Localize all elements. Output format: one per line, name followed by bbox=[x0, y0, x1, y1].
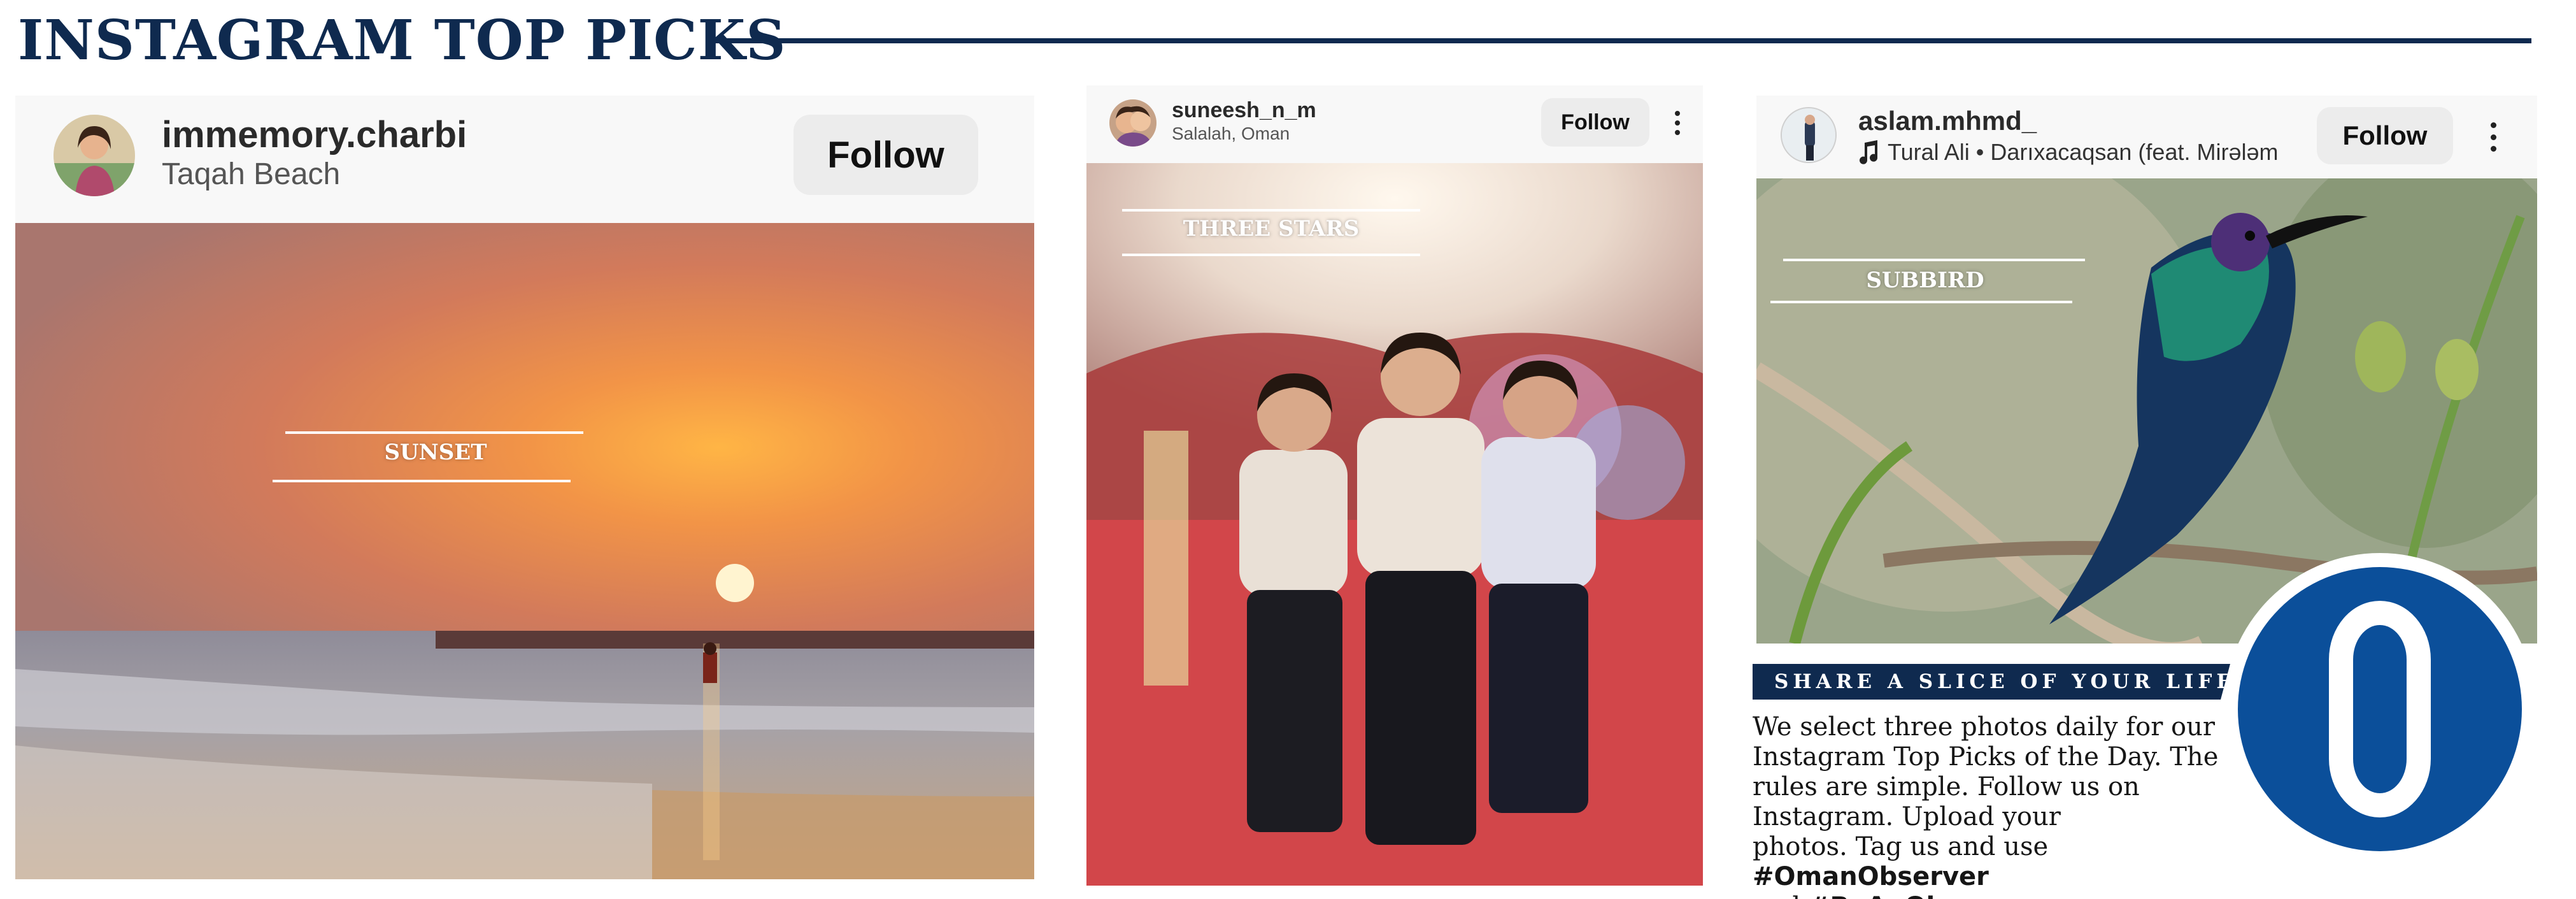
cta-line: photos. Tag us and use #OmanObserver bbox=[1753, 832, 2275, 892]
photo-caption: SUNSET bbox=[384, 440, 487, 465]
header-rule bbox=[710, 38, 2531, 43]
cta-line: and #BeAnObserver. bbox=[1753, 892, 2275, 899]
post-photo-three-stars bbox=[1086, 163, 1703, 886]
post-header: immemory.charbi Taqah Beach Follow bbox=[15, 96, 1034, 223]
caption-line-bottom bbox=[1122, 254, 1420, 256]
photo-caption: SUBBIRD bbox=[1866, 268, 1984, 293]
hashtag-beanobserver[interactable]: #BeAnObserver. bbox=[1809, 892, 2042, 899]
profile-photo-icon[interactable] bbox=[1109, 99, 1156, 147]
post-photo-sunset bbox=[15, 223, 1034, 879]
post-header: suneesh_n_m Salalah, Oman Follow bbox=[1086, 85, 1703, 163]
more-options-icon[interactable] bbox=[2489, 122, 2498, 152]
logo-letter-o bbox=[2329, 601, 2431, 817]
follow-button[interactable]: Follow bbox=[2317, 107, 2453, 164]
caption-line-top bbox=[1783, 259, 2085, 261]
cta-line: rules are simple. Follow us on bbox=[1753, 772, 2140, 802]
profile-photo-icon[interactable] bbox=[53, 115, 135, 196]
three-kids-photo bbox=[1086, 163, 1703, 886]
username[interactable]: aslam.mhmd_ bbox=[1858, 106, 2037, 136]
cta-text: photos. Tag us and use bbox=[1753, 832, 2049, 861]
cta-text: and bbox=[1753, 892, 1809, 899]
caption-line-bottom bbox=[273, 480, 571, 482]
photo-caption: THREE STARS bbox=[1183, 216, 1360, 241]
location[interactable]: Taqah Beach bbox=[162, 157, 340, 192]
username[interactable]: immemory.charbi bbox=[162, 113, 467, 156]
cta-line: We select three photos daily for our bbox=[1753, 712, 2215, 742]
audio-track[interactable]: Tural Ali • Darıxacaqsan (feat. Mirələm bbox=[1888, 139, 2278, 166]
follow-button[interactable]: Follow bbox=[1541, 98, 1649, 147]
follow-button[interactable]: Follow bbox=[793, 115, 978, 195]
post-header: aslam.mhmd_ Tural Ali • Darıxacaqsan (fe… bbox=[1756, 96, 2537, 178]
location[interactable]: Salalah, Oman bbox=[1172, 124, 1290, 144]
post-card-2: suneesh_n_m Salalah, Oman Follow THREE S… bbox=[1086, 85, 1703, 886]
cta-heading: SHARE A SLICE OF YOUR LIFE bbox=[1753, 664, 2230, 700]
caption-line-top bbox=[1122, 209, 1420, 212]
music-note-icon bbox=[1860, 140, 1877, 164]
more-options-icon[interactable] bbox=[1674, 111, 1681, 135]
cta-line: Instagram. Upload your bbox=[1753, 802, 2061, 831]
page-title: INSTAGRAM TOP PICKS bbox=[18, 8, 786, 73]
post-card-1: immemory.charbi Taqah Beach Follow SUNSE… bbox=[15, 96, 1034, 879]
hashtag-omanobserver[interactable]: #OmanObserver bbox=[1753, 862, 1989, 891]
username[interactable]: suneesh_n_m bbox=[1172, 98, 1316, 123]
caption-line-bottom bbox=[1770, 301, 2072, 303]
cta-body: We select three photos daily for our Ins… bbox=[1753, 712, 2275, 899]
logo-circle bbox=[2238, 567, 2522, 851]
profile-photo-icon[interactable] bbox=[1781, 107, 1837, 163]
sunset-photo bbox=[15, 223, 1034, 879]
oman-observer-logo-icon bbox=[2224, 553, 2536, 865]
caption-line-top bbox=[285, 431, 583, 434]
cta-line: Instagram Top Picks of the Day. The bbox=[1753, 742, 2219, 772]
